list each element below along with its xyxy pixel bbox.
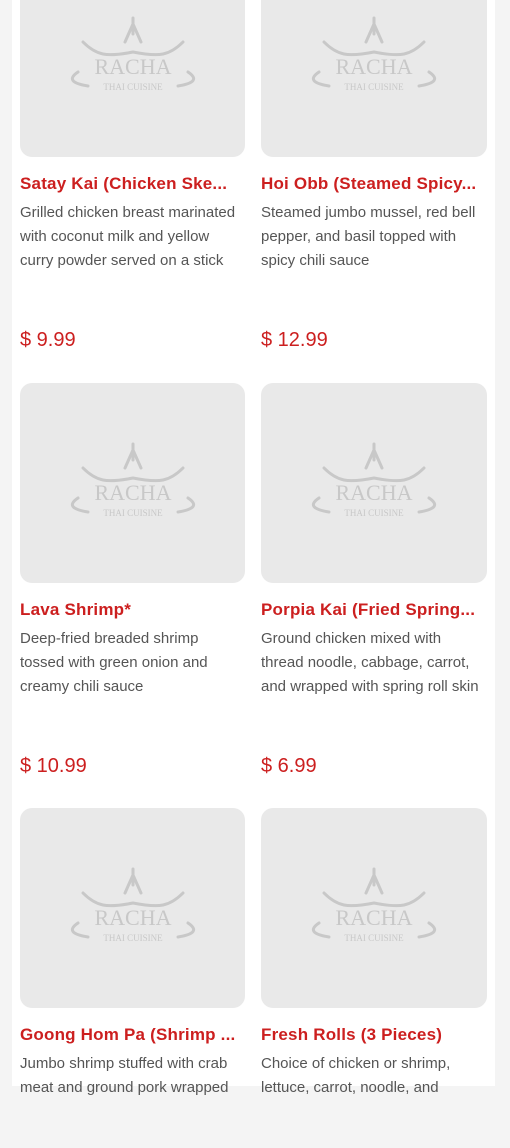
- svg-text:RACHA: RACHA: [94, 905, 171, 930]
- menu-item-card[interactable]: RACHA THAI CUISINE Lava Shrimp* Deep-fri…: [20, 383, 245, 778]
- menu-item-card[interactable]: RACHA THAI CUISINE Hoi Obb (Steamed Spic…: [261, 0, 487, 352]
- item-image-placeholder: RACHA THAI CUISINE: [20, 808, 245, 1008]
- item-price: $ 6.99: [261, 755, 317, 777]
- svg-text:RACHA: RACHA: [335, 54, 412, 79]
- menu-item-card[interactable]: RACHA THAI CUISINE Goong Hom Pa (Shrimp …: [20, 808, 245, 1148]
- svg-text:RACHA: RACHA: [335, 905, 412, 930]
- item-name[interactable]: Hoi Obb (Steamed Spicy...: [261, 173, 487, 195]
- svg-text:RACHA: RACHA: [94, 480, 171, 505]
- racha-logo-icon: RACHA THAI CUISINE: [311, 867, 437, 943]
- svg-text:THAI CUISINE: THAI CUISINE: [344, 508, 404, 518]
- item-name[interactable]: Porpia Kai (Fried Spring...: [261, 599, 487, 621]
- item-price: $ 12.99: [261, 329, 328, 351]
- racha-logo-icon: RACHA THAI CUISINE: [70, 442, 195, 518]
- racha-logo-icon: RACHA THAI CUISINE: [70, 867, 195, 943]
- item-name[interactable]: Lava Shrimp*: [20, 599, 245, 621]
- svg-text:THAI CUISINE: THAI CUISINE: [103, 508, 163, 518]
- svg-text:RACHA: RACHA: [94, 54, 171, 79]
- item-image-placeholder: RACHA THAI CUISINE: [261, 808, 487, 1008]
- item-price: $ 10.99: [20, 755, 87, 777]
- svg-text:THAI CUISINE: THAI CUISINE: [344, 933, 404, 943]
- racha-logo-icon: RACHA THAI CUISINE: [70, 16, 195, 92]
- item-name[interactable]: Satay Kai (Chicken Ske...: [20, 173, 245, 195]
- menu-item-card[interactable]: RACHA THAI CUISINE Fresh Rolls (3 Pieces…: [261, 808, 487, 1148]
- item-image-placeholder: RACHA THAI CUISINE: [261, 0, 487, 157]
- item-name[interactable]: Fresh Rolls (3 Pieces): [261, 1024, 487, 1046]
- item-description: Ground chicken mixed with thread noodle,…: [261, 630, 479, 695]
- item-description: Deep-fried breaded shrimp tossed with gr…: [20, 630, 208, 695]
- item-description: Jumbo shrimp stuffed with crab meat and …: [20, 1055, 229, 1096]
- item-image-placeholder: RACHA THAI CUISINE: [20, 0, 245, 157]
- menu-item-card[interactable]: RACHA THAI CUISINE Satay Kai (Chicken Sk…: [20, 0, 245, 352]
- svg-text:RACHA: RACHA: [335, 480, 412, 505]
- item-description: Steamed jumbo mussel, red bell pepper, a…: [261, 204, 476, 269]
- item-name[interactable]: Goong Hom Pa (Shrimp ...: [20, 1024, 245, 1046]
- item-image-placeholder: RACHA THAI CUISINE: [261, 383, 487, 583]
- racha-logo-icon: RACHA THAI CUISINE: [311, 16, 437, 92]
- item-price: $ 9.99: [20, 329, 76, 351]
- svg-text:THAI CUISINE: THAI CUISINE: [103, 82, 163, 92]
- svg-text:THAI CUISINE: THAI CUISINE: [344, 82, 404, 92]
- item-image-placeholder: RACHA THAI CUISINE: [20, 383, 245, 583]
- item-description: Choice of chicken or shrimp, lettuce, ca…: [261, 1055, 451, 1096]
- menu-item-card[interactable]: RACHA THAI CUISINE Porpia Kai (Fried Spr…: [261, 383, 487, 778]
- racha-logo-icon: RACHA THAI CUISINE: [311, 442, 437, 518]
- item-description: Grilled chicken breast marinated with co…: [20, 204, 236, 269]
- svg-text:THAI CUISINE: THAI CUISINE: [103, 933, 163, 943]
